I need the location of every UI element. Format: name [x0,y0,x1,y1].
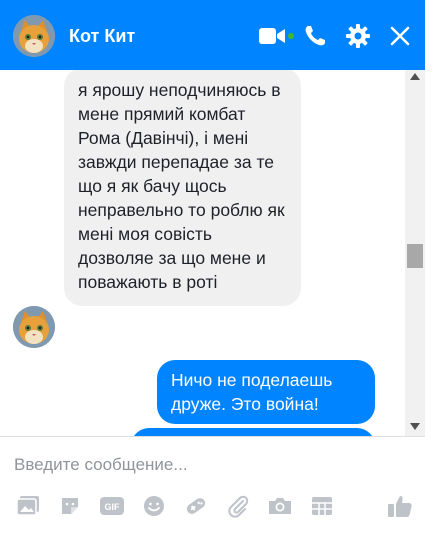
scroll-up-arrow-icon[interactable] [410,73,420,80]
chat-header: Кот Кит [0,0,425,70]
contact-avatar[interactable] [13,15,55,57]
emoji-icon[interactable] [141,493,167,519]
attach-icon[interactable] [225,493,251,519]
table-icon[interactable] [309,493,335,519]
gif-icon[interactable]: GIF [99,493,125,519]
scroll-down-arrow-icon[interactable] [410,423,420,430]
like-icon[interactable] [387,493,413,519]
phone-icon[interactable] [301,22,329,50]
sticker-icon[interactable] [57,493,83,519]
message-list[interactable]: я ярошу неподчиняюсь в мене прямий комба… [0,70,405,436]
background-page [425,0,435,535]
close-icon[interactable] [386,22,414,50]
outgoing-message [131,428,375,436]
outgoing-message: Ничо не поделаешь друже. Это война! [157,360,375,424]
message-input[interactable]: Введите сообщение... [14,455,188,475]
composer: Введите сообщение... GIF [0,436,425,535]
camera-icon[interactable] [267,493,293,519]
svg-text:GIF: GIF [105,502,121,512]
photo-icon[interactable] [15,493,41,519]
contact-name[interactable]: Кот Кит [69,26,135,47]
online-status-dot [288,33,294,39]
scroll-thumb[interactable] [407,244,423,268]
settings-icon[interactable] [344,22,372,50]
composer-toolbar: GIF [0,489,425,525]
incoming-message: я ярошу неподчиняюсь в мене прямий комба… [64,70,301,306]
chat-window: Кот Кит я ярошу неподчиняюсь в мене прям… [0,0,425,535]
video-call-icon[interactable] [258,22,286,50]
message-scrollbar[interactable] [405,70,425,436]
sender-avatar[interactable] [13,306,55,348]
game-icon[interactable] [183,493,209,519]
